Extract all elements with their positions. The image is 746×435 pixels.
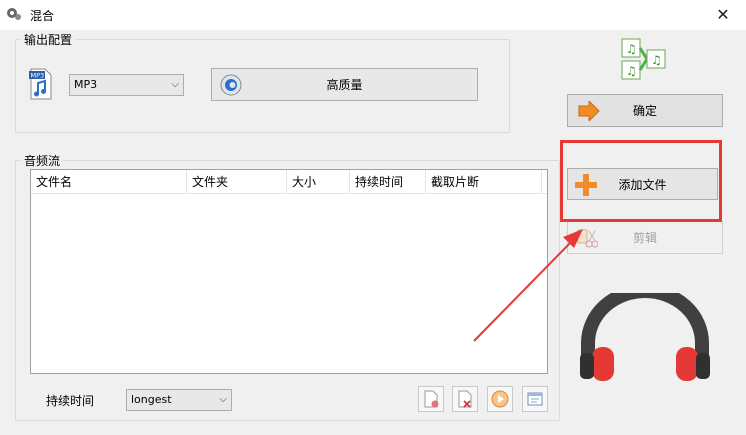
headphones-icon: [580, 284, 710, 385]
